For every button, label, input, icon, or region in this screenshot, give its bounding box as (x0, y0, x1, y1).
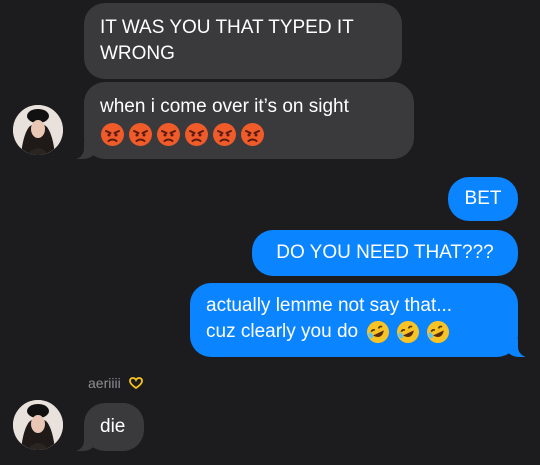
angry-face-icon (185, 123, 208, 146)
rofl-face-icon (427, 321, 450, 343)
incoming-message-bubble[interactable]: when i come over it’s on sight (64, 82, 414, 159)
contact-avatar[interactable] (13, 105, 63, 155)
incoming-message-bubble[interactable]: IT WAS YOU THAT TYPED IT WRONG (84, 3, 402, 79)
outgoing-message-bubble[interactable]: actually lemme not say that... cuz clear… (190, 283, 538, 357)
message-text: IT WAS YOU THAT TYPED IT (100, 17, 354, 38)
message-line: cuz clearly you do (206, 319, 502, 345)
angry-face-icon (241, 123, 264, 146)
rofl-face-icon (367, 321, 390, 343)
sender-name: aeriiii (88, 375, 121, 391)
angry-face-icon (129, 123, 152, 146)
outgoing-message-bubble[interactable]: DO YOU NEED THAT??? (252, 230, 518, 276)
outgoing-message-bubble[interactable]: BET (448, 177, 518, 221)
message-text: BET (464, 188, 502, 209)
message-text: WRONG (100, 43, 175, 64)
emoji-row (366, 320, 450, 344)
angry-face-icon (101, 123, 124, 146)
message-text: when i come over it’s on sight (100, 96, 349, 117)
incoming-message-bubble[interactable]: die (64, 403, 144, 451)
heart-hands-icon (128, 377, 143, 390)
avatar-photo (13, 105, 63, 155)
message-text: DO YOU NEED THAT??? (276, 242, 494, 263)
emoji-row (100, 122, 398, 147)
message-text: cuz clearly you do (206, 321, 359, 342)
sender-name-row: aeriiii (88, 375, 144, 391)
contact-avatar[interactable] (13, 400, 63, 450)
message-text: actually lemme not say that... (206, 295, 453, 316)
rofl-face-icon (397, 321, 420, 343)
avatar-photo (13, 400, 63, 450)
angry-face-icon (213, 123, 236, 146)
message-text: die (100, 416, 126, 437)
angry-face-icon (157, 123, 180, 146)
